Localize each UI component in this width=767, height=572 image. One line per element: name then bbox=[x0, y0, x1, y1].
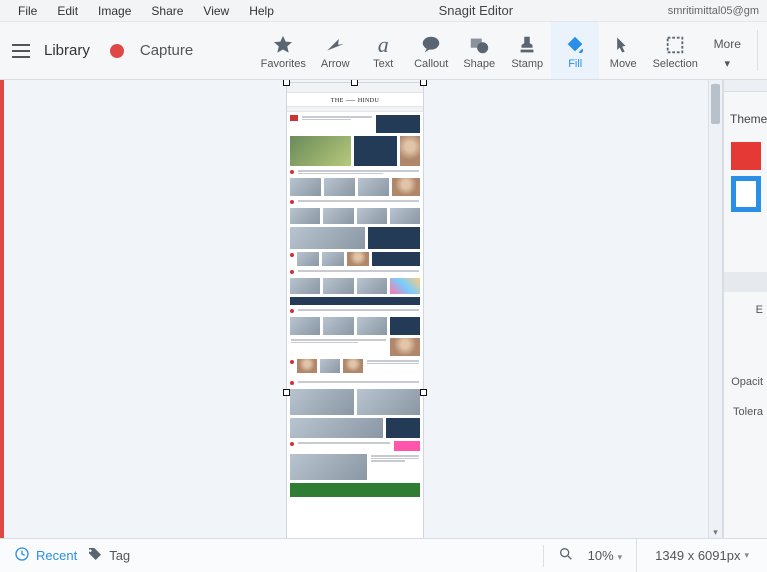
tool-more[interactable]: More ▾ bbox=[703, 22, 751, 79]
resize-handle-ne[interactable] bbox=[420, 80, 427, 86]
menu-image[interactable]: Image bbox=[88, 4, 141, 18]
tool-callout[interactable]: Callout bbox=[407, 22, 455, 79]
menu-edit[interactable]: Edit bbox=[47, 4, 88, 18]
panel-tolerance-label: Tolera bbox=[730, 406, 763, 418]
tool-label: Shape bbox=[463, 58, 495, 70]
tool-label: Text bbox=[373, 58, 393, 70]
resize-handle-e[interactable] bbox=[420, 389, 427, 396]
capture-button[interactable]: Capture bbox=[140, 42, 193, 59]
selection-icon bbox=[664, 32, 686, 58]
captured-image[interactable]: THE ⸺ HINDU bbox=[286, 82, 424, 538]
panel-opacity-label: Opacit bbox=[730, 376, 763, 388]
text-icon: a bbox=[378, 32, 389, 58]
tool-favorites[interactable]: Favorites bbox=[255, 22, 311, 79]
stamp-icon bbox=[516, 32, 538, 58]
panel-e-label: E bbox=[730, 304, 763, 316]
resize-handle-w[interactable] bbox=[283, 389, 290, 396]
toolbar-divider bbox=[757, 30, 758, 71]
color-swatch-blue-outline[interactable] bbox=[731, 176, 761, 212]
tag-label: Tag bbox=[109, 548, 130, 563]
tool-arrow[interactable]: Arrow bbox=[311, 22, 359, 79]
tool-label: Arrow bbox=[321, 58, 350, 70]
tag-icon bbox=[87, 546, 103, 565]
chevron-down-icon: ▾ bbox=[724, 57, 730, 70]
tool-stamp[interactable]: Stamp bbox=[503, 22, 551, 79]
recent-button[interactable]: Recent bbox=[14, 546, 77, 565]
dimensions-dropdown[interactable]: 1349 x 6091px ▾ bbox=[636, 539, 767, 572]
menu-help[interactable]: Help bbox=[239, 4, 284, 18]
scroll-down-icon[interactable]: ▾ bbox=[709, 527, 722, 538]
properties-panel: Theme E Opacit Tolera bbox=[723, 80, 767, 538]
tag-button[interactable]: Tag bbox=[87, 546, 130, 565]
more-label: More bbox=[714, 31, 741, 57]
panel-section-divider bbox=[724, 272, 767, 292]
arrow-icon bbox=[324, 32, 346, 58]
library-button[interactable]: Library bbox=[44, 42, 90, 59]
color-swatch-red[interactable] bbox=[731, 142, 761, 170]
scrollbar-thumb[interactable] bbox=[711, 84, 720, 124]
zoom-search-icon[interactable] bbox=[558, 546, 574, 565]
tool-label: Stamp bbox=[511, 58, 543, 70]
tool-label: Favorites bbox=[261, 58, 306, 70]
status-bar: Recent Tag 10%▾ 1349 x 6091px ▾ bbox=[0, 538, 767, 572]
star-icon bbox=[272, 32, 294, 58]
toolbar-ribbon: Library Capture Favorites Arrow a Text C… bbox=[0, 22, 767, 80]
canvas-viewport[interactable]: THE ⸺ HINDU bbox=[4, 80, 723, 538]
canvas-scrollbar[interactable]: ▴ ▾ bbox=[708, 80, 722, 538]
user-account[interactable]: smritimittal05@gm bbox=[668, 5, 759, 17]
tool-label: Selection bbox=[653, 58, 698, 70]
menu-bar: File Edit Image Share View Help Snagit E… bbox=[0, 0, 767, 22]
tool-fill[interactable]: Fill bbox=[551, 22, 599, 79]
move-icon bbox=[613, 32, 633, 58]
tool-label: Callout bbox=[414, 58, 448, 70]
dimensions-value: 1349 x 6091px bbox=[655, 548, 740, 563]
resize-handle-n[interactable] bbox=[351, 80, 358, 86]
tool-text[interactable]: a Text bbox=[359, 22, 407, 79]
resize-handle-nw[interactable] bbox=[283, 80, 290, 86]
tool-label: Move bbox=[610, 58, 637, 70]
tool-move[interactable]: Move bbox=[599, 22, 647, 79]
app-title: Snagit Editor bbox=[284, 3, 668, 18]
tool-shape[interactable]: Shape bbox=[455, 22, 503, 79]
work-area: THE ⸺ HINDU bbox=[0, 80, 767, 538]
recent-label: Recent bbox=[36, 548, 77, 563]
shape-icon bbox=[468, 32, 490, 58]
chevron-down-icon: ▾ bbox=[618, 552, 623, 562]
record-icon[interactable] bbox=[110, 44, 124, 58]
menu-view[interactable]: View bbox=[193, 4, 239, 18]
menu-share[interactable]: Share bbox=[141, 4, 193, 18]
clock-icon bbox=[14, 546, 30, 565]
tool-selection[interactable]: Selection bbox=[647, 22, 703, 79]
tool-label: Fill bbox=[568, 58, 582, 70]
fill-icon bbox=[564, 32, 586, 58]
chevron-down-icon: ▾ bbox=[744, 550, 749, 561]
zoom-dropdown[interactable]: 10%▾ bbox=[588, 548, 623, 563]
callout-icon bbox=[420, 32, 442, 58]
panel-theme-label: Theme bbox=[730, 112, 763, 126]
capture-masthead: THE ⸺ HINDU bbox=[287, 93, 423, 107]
menu-file[interactable]: File bbox=[8, 4, 47, 18]
hamburger-icon[interactable] bbox=[12, 44, 30, 58]
